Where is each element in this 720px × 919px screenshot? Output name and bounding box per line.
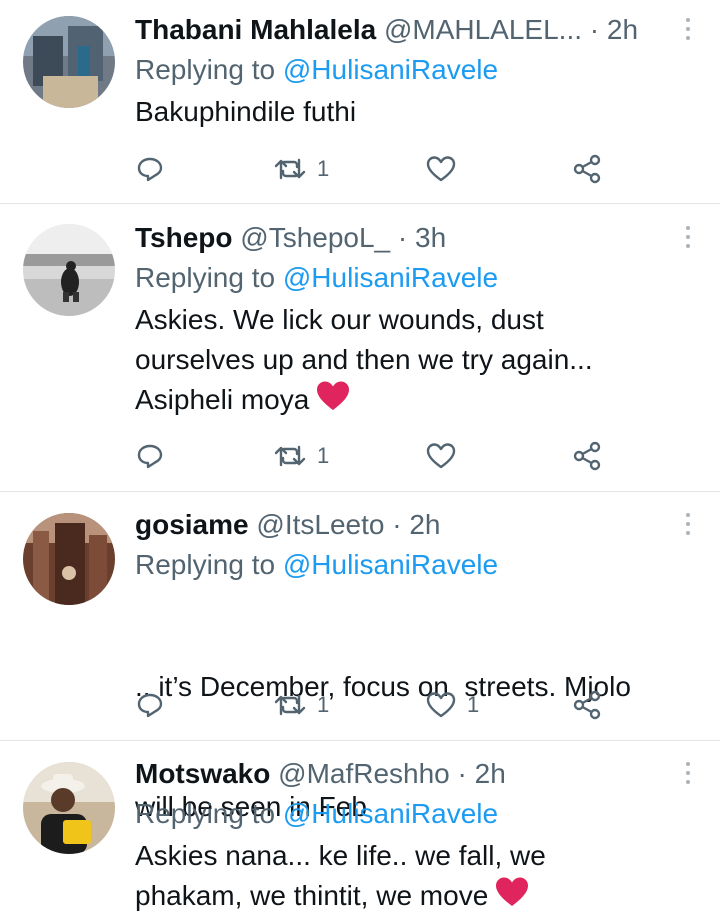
mention-link[interactable]: @HulisaniRavele xyxy=(283,54,498,85)
more-icon[interactable] xyxy=(684,762,692,789)
tweet-header: Motswako @MafReshho · 2h xyxy=(135,756,660,792)
retweet-icon xyxy=(274,158,306,180)
username[interactable]: @MafReshho xyxy=(278,758,450,789)
replying-prefix: Replying to xyxy=(135,262,276,293)
tweet-header: Tshepo @TshepoL_ · 3h xyxy=(135,220,660,256)
replying-to: Replying to @HulisaniRavele xyxy=(135,52,498,88)
tweet-text-line: Askies. We lick our wounds, dust xyxy=(135,304,544,335)
red-heart-emoji xyxy=(494,876,530,919)
action-bar: 1 1 xyxy=(135,689,615,721)
mention-link[interactable]: @HulisaniRavele xyxy=(283,798,498,829)
reply-button[interactable] xyxy=(135,440,165,472)
action-bar: 1 xyxy=(135,440,615,472)
divider xyxy=(0,740,720,741)
share-icon xyxy=(573,441,601,471)
timestamp[interactable]: 2h xyxy=(409,509,440,540)
share-button[interactable] xyxy=(571,440,603,472)
tweet-text: Askies nana... ke life.. we fall, we pha… xyxy=(135,836,695,919)
retweet-button[interactable]: 1 xyxy=(273,153,329,185)
share-icon xyxy=(573,154,601,184)
separator-dot: · xyxy=(397,222,408,253)
timestamp[interactable]: 2h xyxy=(607,14,638,45)
avatar[interactable] xyxy=(23,224,115,316)
replying-prefix: Replying to xyxy=(135,54,276,85)
tweet-text-line: Bakuphindile futhi xyxy=(135,96,357,127)
username[interactable]: @TshepoL_ xyxy=(240,222,390,253)
display-name[interactable]: gosiame xyxy=(135,509,249,540)
tweet-text-line: Asipheli moya xyxy=(135,384,310,415)
like-button[interactable]: 1 xyxy=(425,689,479,721)
display-name[interactable]: Tshepo xyxy=(135,222,232,253)
like-button[interactable] xyxy=(425,440,467,472)
like-icon xyxy=(426,443,456,469)
avatar[interactable] xyxy=(23,762,115,854)
timestamp[interactable]: 2h xyxy=(475,758,506,789)
separator-dot: · xyxy=(392,509,402,540)
mention-link[interactable]: @HulisaniRavele xyxy=(283,262,498,293)
display-name[interactable]: Motswako xyxy=(135,758,270,789)
replying-to: Replying to @HulisaniRavele xyxy=(135,260,498,296)
separator-dot: · xyxy=(457,758,467,789)
reply-button[interactable] xyxy=(135,153,165,185)
replying-to: Replying to @HulisaniRavele xyxy=(135,796,498,832)
divider xyxy=(0,491,720,492)
reply-icon xyxy=(137,444,163,469)
retweet-count: 1 xyxy=(317,156,330,181)
share-button[interactable] xyxy=(571,689,603,721)
like-icon xyxy=(426,156,456,182)
replying-prefix: Replying to xyxy=(135,798,276,829)
reply-icon xyxy=(137,157,163,182)
reply-button[interactable] xyxy=(135,689,165,721)
separator-dot: · xyxy=(589,14,600,45)
retweet-icon xyxy=(274,694,306,716)
retweet-button[interactable]: 1 xyxy=(273,689,329,721)
more-icon[interactable] xyxy=(684,18,692,45)
retweet-icon xyxy=(274,445,306,467)
retweet-button[interactable]: 1 xyxy=(273,440,329,472)
username[interactable]: @ItsLeeto xyxy=(256,509,384,540)
tweet-text: Bakuphindile futhi xyxy=(135,92,695,132)
tweet-text-line: ourselves up and then we try again... xyxy=(135,344,593,375)
tweet-text-line: Askies nana... ke life.. we fall, we xyxy=(135,840,546,871)
share-button[interactable] xyxy=(571,153,603,185)
divider xyxy=(0,203,720,204)
tweet-header: gosiame @ItsLeeto · 2h xyxy=(135,507,660,543)
username[interactable]: @MAHLALEL... xyxy=(384,14,582,45)
more-icon[interactable] xyxy=(684,226,692,253)
tweet-text-line-with-emoji: Asipheli moya xyxy=(135,380,695,423)
like-button[interactable] xyxy=(425,153,467,185)
mention-link[interactable]: @HulisaniRavele xyxy=(283,549,498,580)
display-name[interactable]: Thabani Mahlalela xyxy=(135,14,376,45)
avatar[interactable] xyxy=(23,16,115,108)
red-heart-emoji xyxy=(315,380,351,423)
replying-to: Replying to @HulisaniRavele xyxy=(135,547,498,583)
share-icon xyxy=(573,690,601,720)
retweet-count: 1 xyxy=(317,692,330,717)
timestamp[interactable]: 3h xyxy=(415,222,446,253)
more-icon[interactable] xyxy=(684,513,692,540)
tweet-text-line: phakam, we thintit, we move xyxy=(135,880,489,911)
tweet-text: Askies. We lick our wounds, dust ourselv… xyxy=(135,300,695,423)
reply-icon xyxy=(137,693,163,718)
retweet-count: 1 xyxy=(317,443,330,468)
tweet-text-line-with-emoji: phakam, we thintit, we move xyxy=(135,876,695,919)
tweet-header: Thabani Mahlalela @MAHLALEL... · 2h xyxy=(135,12,660,48)
avatar[interactable] xyxy=(23,513,115,605)
like-icon xyxy=(426,692,456,718)
like-count: 1 xyxy=(467,692,480,717)
action-bar: 1 xyxy=(135,153,615,185)
replying-prefix: Replying to xyxy=(135,549,276,580)
